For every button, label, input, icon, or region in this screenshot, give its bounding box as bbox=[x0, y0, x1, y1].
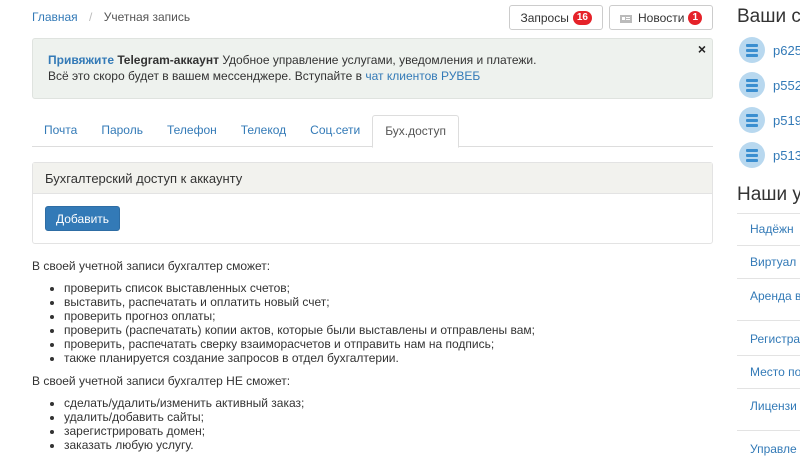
server-icon bbox=[739, 142, 765, 168]
cannot-item: зарегистрировать домен; bbox=[64, 424, 713, 438]
alert-chat-link[interactable]: чат клиентов РУВЕБ bbox=[365, 69, 480, 83]
server-icon bbox=[739, 72, 765, 98]
can-heading: В своей учетной записи бухгалтер сможет: bbox=[32, 259, 271, 273]
can-item: проверить список выставленных счетов; bbox=[64, 281, 713, 295]
cannot-item: заказать любую услугу. bbox=[64, 438, 713, 452]
breadcrumb: Главная / Учетная запись bbox=[32, 10, 190, 24]
can-item: также планируется создание запросов в от… bbox=[64, 351, 713, 365]
server-name: p519 bbox=[773, 112, 800, 128]
cannot-heading: В своей учетной записи бухгалтер НЕ смож… bbox=[32, 374, 291, 388]
service-link[interactable]: Лицензи bbox=[750, 399, 797, 413]
cannot-list: сделать/удалить/изменить активный заказ;… bbox=[50, 396, 713, 452]
news-button[interactable]: Новости 1 bbox=[608, 5, 713, 30]
news-label: Новости bbox=[637, 10, 685, 25]
can-item: проверить, распечатать сверку взаиморасч… bbox=[64, 337, 713, 351]
service-link[interactable]: Надёжн bbox=[750, 222, 794, 236]
divider bbox=[737, 278, 800, 279]
divider bbox=[737, 430, 800, 431]
server-name: p513 bbox=[773, 147, 800, 163]
server-item[interactable]: p552 bbox=[739, 72, 800, 98]
breadcrumb-separator: / bbox=[89, 10, 93, 24]
divider bbox=[737, 355, 800, 356]
server-name: p552 bbox=[773, 77, 800, 93]
tab-phone[interactable]: Телефон bbox=[155, 115, 229, 147]
service-link[interactable]: Управле bbox=[750, 442, 797, 456]
cannot-item: сделать/удалить/изменить активный заказ; bbox=[64, 396, 713, 410]
tab-mail[interactable]: Почта bbox=[32, 115, 89, 147]
close-icon[interactable]: × bbox=[698, 41, 706, 57]
panel-title: Бухгалтерский доступ к аккаунту bbox=[33, 163, 712, 194]
alert-bold-text: Telegram-аккаунт bbox=[117, 53, 219, 67]
add-button[interactable]: Добавить bbox=[45, 206, 121, 231]
tab-accounting-access[interactable]: Бух.доступ bbox=[372, 115, 459, 148]
divider bbox=[737, 320, 800, 321]
server-name: p625 bbox=[773, 42, 800, 58]
news-icon bbox=[619, 13, 632, 23]
server-item[interactable]: p519 bbox=[739, 107, 800, 133]
alert-text-2: Всё это скоро будет в вашем мессенджере.… bbox=[48, 69, 363, 83]
can-list: проверить список выставленных счетов; вы… bbox=[50, 281, 713, 365]
account-tabs: Почта Пароль Телефон Телекод Соц.сети Бу… bbox=[32, 115, 713, 148]
can-item: проверить прогноз оплаты; bbox=[64, 309, 713, 323]
requests-button[interactable]: Запросы 16 bbox=[509, 5, 603, 30]
server-icon bbox=[739, 107, 765, 133]
service-link[interactable]: Регистра bbox=[750, 332, 800, 346]
can-item: выставить, распечатать и оплатить новый … bbox=[64, 295, 713, 309]
tab-password[interactable]: Пароль bbox=[89, 115, 155, 147]
breadcrumb-current: Учетная запись bbox=[103, 10, 191, 24]
service-link[interactable]: Виртуал bbox=[750, 255, 796, 269]
news-count-badge: 1 bbox=[688, 10, 702, 25]
tab-social[interactable]: Соц.сети bbox=[298, 115, 372, 147]
requests-label: Запросы bbox=[520, 10, 569, 25]
accounting-access-panel: Бухгалтерский доступ к аккаунту Добавить bbox=[32, 162, 713, 244]
accountant-info: В своей учетной записи бухгалтер сможет:… bbox=[32, 259, 713, 461]
sidebar: Ваши с p625 p552 p519 p513 Наши у Надёжн… bbox=[737, 0, 800, 466]
server-item[interactable]: p513 bbox=[739, 142, 800, 168]
alert-text-1: Удобное управление услугами, уведомления… bbox=[222, 53, 537, 67]
services-title: Наши у bbox=[737, 184, 800, 205]
top-buttons: Запросы 16 Новости 1 bbox=[509, 5, 713, 30]
can-item: проверить (распечатать) копии актов, кот… bbox=[64, 323, 713, 337]
tab-telecode[interactable]: Телекод bbox=[229, 115, 298, 147]
divider bbox=[737, 388, 800, 389]
servers-title: Ваши с bbox=[737, 6, 800, 27]
alert-link-bind[interactable]: Привяжите bbox=[48, 53, 114, 67]
service-link[interactable]: Место по bbox=[750, 365, 800, 379]
server-icon bbox=[739, 37, 765, 63]
divider bbox=[737, 245, 800, 246]
cannot-item: удалить/добавить сайты; bbox=[64, 410, 713, 424]
service-link[interactable]: Аренда в bbox=[750, 289, 800, 303]
breadcrumb-home[interactable]: Главная bbox=[32, 10, 78, 24]
requests-count-badge: 16 bbox=[572, 10, 592, 25]
divider bbox=[737, 213, 800, 214]
telegram-alert: Привяжите Telegram-аккаунт Удобное управ… bbox=[32, 38, 713, 99]
server-item[interactable]: p625 bbox=[739, 37, 800, 63]
